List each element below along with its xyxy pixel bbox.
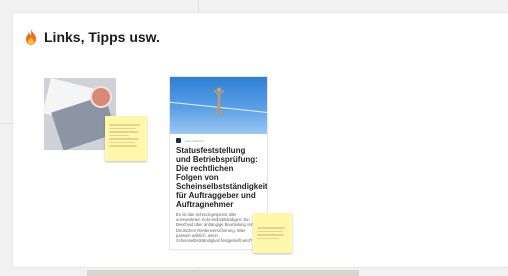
article-source: www.haufe.de bbox=[170, 134, 267, 143]
sticky-note-text-line bbox=[109, 127, 137, 129]
next-frame-edge bbox=[87, 270, 359, 276]
section-title[interactable]: Links, Tipps usw. bbox=[44, 29, 160, 45]
fire-icon bbox=[24, 29, 38, 45]
sticky-note-text-line bbox=[257, 237, 279, 239]
canvas-grid-line bbox=[0, 123, 13, 124]
sticky-note-text-line bbox=[109, 124, 140, 126]
sticky-note-text-line bbox=[109, 134, 130, 136]
article-headline[interactable]: Statusfeststellung und Betriebsprüfung: … bbox=[170, 143, 267, 209]
site-favicon-icon bbox=[176, 138, 181, 143]
article-hero-image bbox=[170, 77, 267, 134]
sticky-note-text-line bbox=[109, 131, 138, 133]
sticky-note-text-line bbox=[109, 141, 135, 143]
sticky-note-text-line bbox=[257, 227, 285, 229]
sticky-note[interactable] bbox=[253, 213, 292, 253]
sticky-note-text-line bbox=[257, 234, 285, 236]
tightrope-walker-icon bbox=[214, 87, 224, 117]
sticky-note-text-line bbox=[257, 230, 284, 232]
sticky-note-text-line bbox=[109, 138, 139, 140]
article-source-label: www.haufe.de bbox=[185, 138, 204, 143]
section-header: Links, Tipps usw. bbox=[24, 29, 160, 45]
sticky-note[interactable] bbox=[105, 116, 147, 161]
document-photo-icon bbox=[90, 86, 112, 108]
sticky-note-text-line bbox=[109, 145, 137, 147]
